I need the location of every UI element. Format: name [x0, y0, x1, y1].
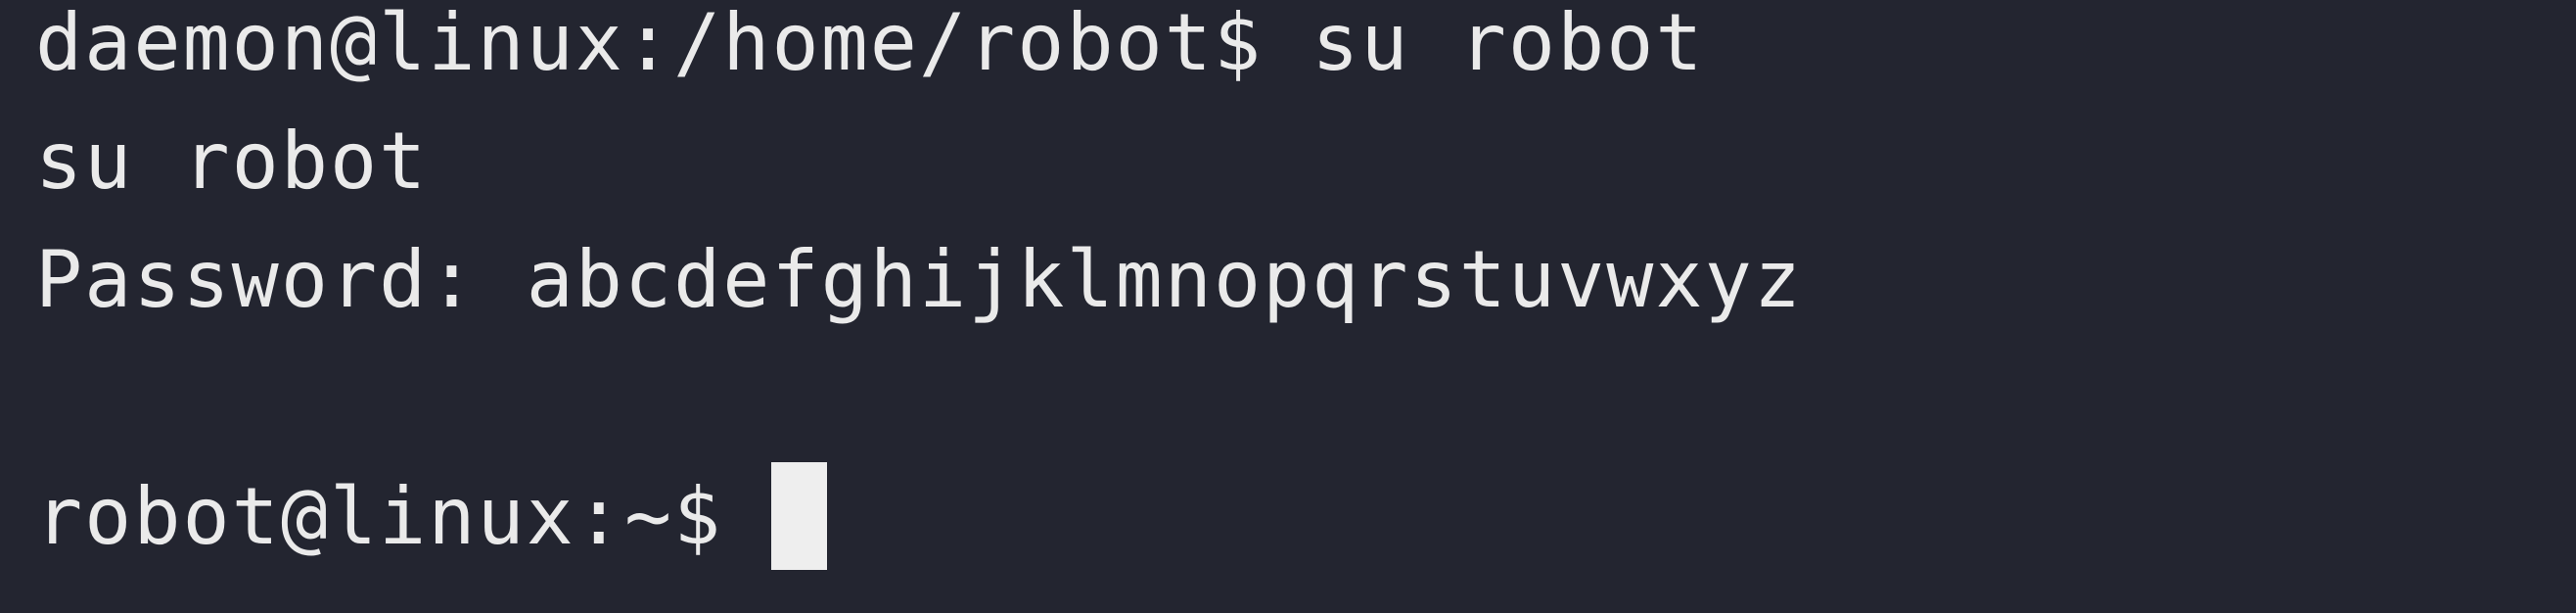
terminal-window[interactable]: daemon@linux:/home/robot$ su robot su ro…	[0, 0, 2576, 596]
terminal-line: Password: abcdefghijklmnopqrstuvwxyz	[35, 234, 1803, 325]
terminal-line: su robot	[35, 116, 429, 207]
terminal-line: daemon@linux:/home/robot$ su robot	[35, 0, 1705, 88]
terminal-cursor	[771, 462, 828, 571]
terminal-prompt: robot@linux:~$	[35, 471, 772, 562]
terminal-prompt-line[interactable]: robot@linux:~$	[35, 457, 2576, 576]
